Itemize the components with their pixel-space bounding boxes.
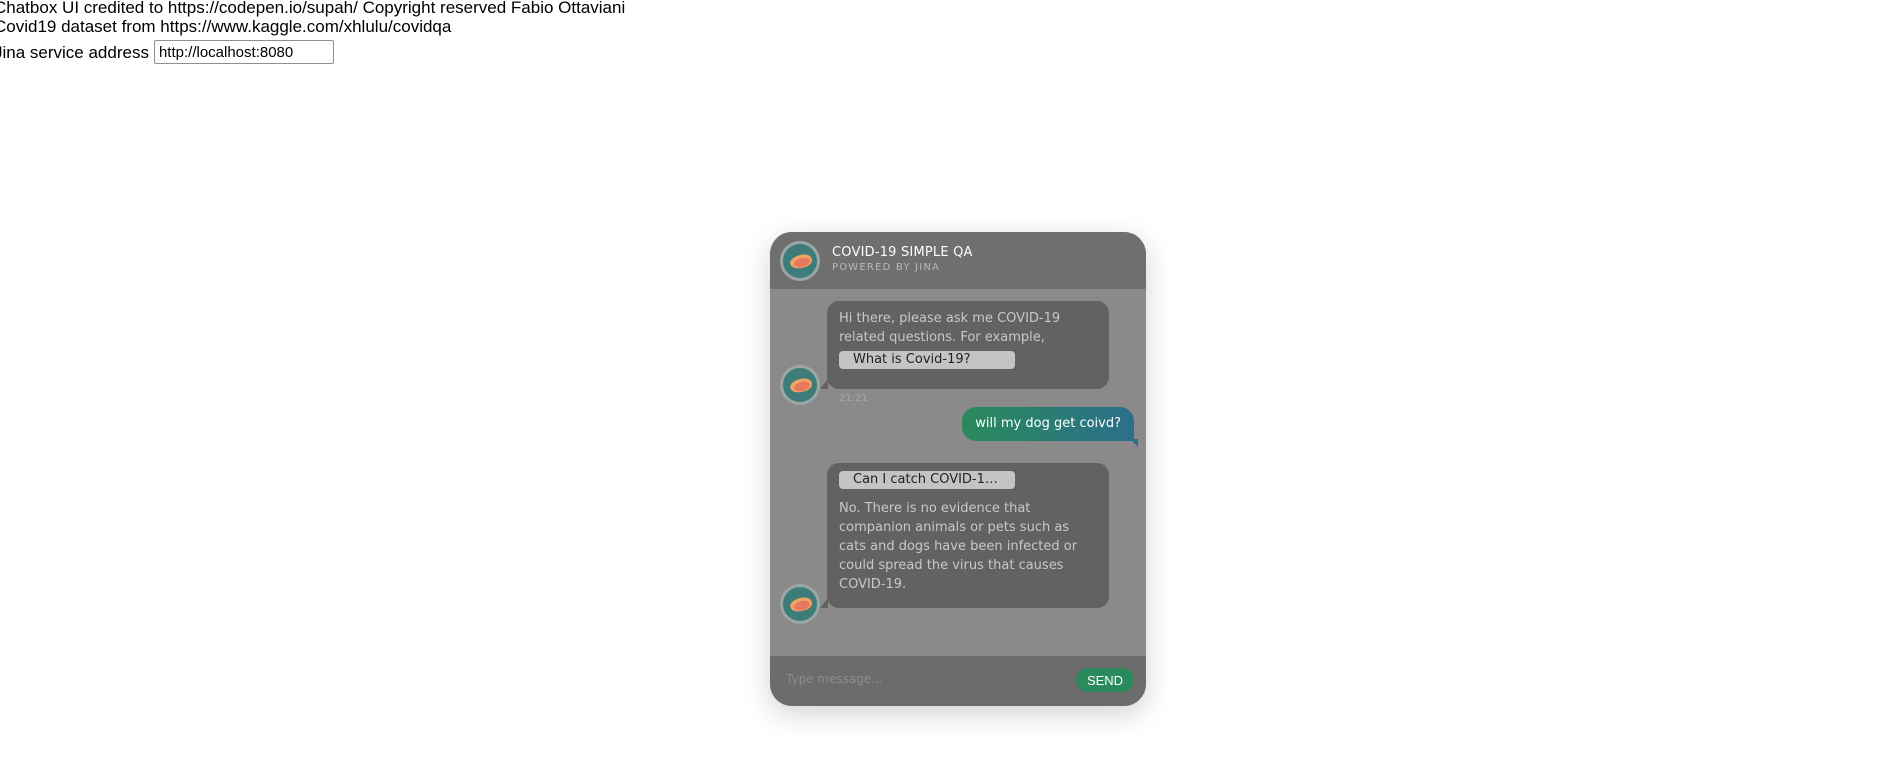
page-header: Chatbox UI credited to https://codepen.i… <box>0 0 625 64</box>
suggested-question-chip[interactable]: What is Covid-19? <box>839 351 1015 369</box>
service-address-input[interactable] <box>153 40 334 64</box>
bot-message: Can I catch COVID-19 fro... No. There is… <box>820 463 1109 608</box>
message-box: SEND <box>770 656 1146 706</box>
answer-question-chip[interactable]: Can I catch COVID-19 fro... <box>839 471 1015 489</box>
user-message: will my dog get coivd? <box>962 407 1138 447</box>
message-text: No. There is no evidence that companion … <box>839 501 1078 592</box>
chat-header: COVID-19 SIMPLE QA POWERED BY JINA <box>770 232 1146 289</box>
message-text: Hi there, please ask me COVID-19 related… <box>839 311 1061 345</box>
bot-avatar-icon <box>780 365 820 405</box>
dataset-line: Covid19 dataset from https://www.kaggle.… <box>0 17 452 36</box>
message-input[interactable] <box>784 666 1048 692</box>
chat-title-block: COVID-19 SIMPLE QA POWERED BY JINA <box>832 244 973 274</box>
credit-line: Chatbox UI credited to https://codepen.i… <box>0 0 626 17</box>
bot-message: Hi there, please ask me COVID-19 related… <box>820 301 1109 389</box>
chat-subtitle: POWERED BY JINA <box>832 262 941 273</box>
service-address-row: Jina service address <box>0 40 625 64</box>
chat-title: COVID-19 SIMPLE QA <box>832 245 973 260</box>
bot-avatar-icon <box>780 241 820 281</box>
chat-window: COVID-19 SIMPLE QA POWERED BY JINA Hi th… <box>770 232 1146 706</box>
message-timestamp: 21:21 <box>839 393 868 404</box>
bot-avatar-icon <box>780 584 820 624</box>
service-address-label: Jina service address <box>0 42 149 62</box>
send-button[interactable]: SEND <box>1076 668 1134 692</box>
